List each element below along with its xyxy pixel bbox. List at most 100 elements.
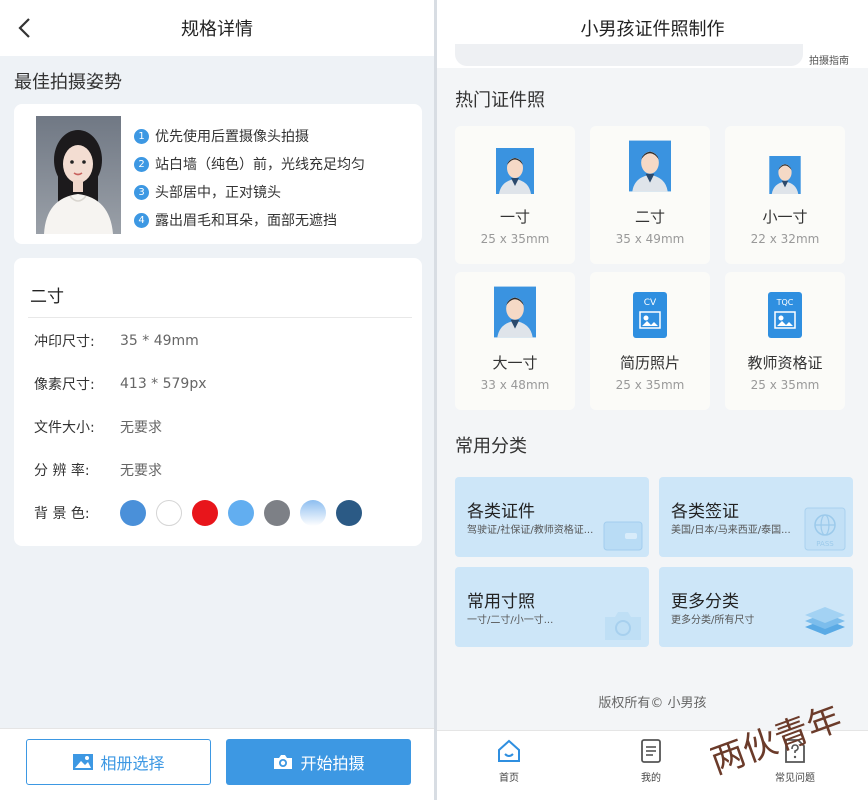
image-icon <box>73 754 94 770</box>
shooting-guide-link[interactable]: 拍摄指南 <box>809 52 849 67</box>
category-title: 各类证件 <box>467 502 535 522</box>
back-arrow-icon[interactable] <box>14 16 38 40</box>
photo-card-resume[interactable]: CV 简历照片 25 x 35mm <box>590 272 710 410</box>
pixel-size-row: 像素尺寸: 413 * 579px <box>34 374 207 394</box>
background-color-swatch[interactable] <box>120 500 146 526</box>
photo-name: 大一寸 <box>492 354 538 372</box>
id-card-icon <box>603 521 643 551</box>
app-title: 小男孩证件照制作 <box>580 19 725 40</box>
sample-portrait <box>36 116 121 234</box>
start-shoot-label: 开始拍摄 <box>300 754 365 773</box>
tip-number-badge: 3 <box>134 184 149 200</box>
divider <box>28 317 412 318</box>
photo-name: 教师资格证 <box>747 354 823 372</box>
background-color-swatch[interactable] <box>192 500 218 526</box>
pose-tip: 4 露出眉毛和耳朵，面部无遮挡 <box>134 206 365 234</box>
background-color-row: 背 景 色: <box>34 500 372 526</box>
resolution-value: 无要求 <box>120 463 162 479</box>
home-icon <box>498 739 520 762</box>
album-select-button[interactable]: 相册选择 <box>26 739 211 785</box>
background-color-swatch[interactable] <box>300 500 326 526</box>
camera-icon <box>274 755 293 769</box>
tip-text: 优先使用后置摄像头拍摄 <box>155 129 309 145</box>
tab-home[interactable]: 首页 <box>469 739 549 784</box>
certificate-doc-icon: TQC <box>768 292 802 338</box>
photo-name: 简历照片 <box>619 354 680 372</box>
page-title: 规格详情 <box>181 19 253 40</box>
resolution-row: 分 辨 率: 无要求 <box>34 460 162 480</box>
spec-name: 二寸 <box>30 287 64 307</box>
pose-tip: 3 头部居中，正对镜头 <box>134 178 365 206</box>
photo-size: 25 x 35mm <box>750 378 820 392</box>
background-color-swatch[interactable] <box>156 500 182 526</box>
photo-size: 33 x 48mm <box>480 378 550 392</box>
tip-number-badge: 1 <box>134 128 149 144</box>
file-size-value: 无要求 <box>120 420 162 436</box>
passport-globe-icon: PASS <box>804 507 846 551</box>
file-size-label: 文件大小: <box>34 420 95 436</box>
category-subtitle: 更多分类/所有尺寸 <box>671 615 755 626</box>
category-subtitle: 驾驶证/社保证/教师资格证... <box>467 525 594 536</box>
tip-text: 头部居中，正对镜头 <box>155 185 281 201</box>
document-icon <box>641 739 661 763</box>
pixel-size-value: 413 * 579px <box>120 376 207 392</box>
layers-icon <box>805 607 845 635</box>
print-size-value: 35 * 49mm <box>120 333 199 349</box>
home-screen: 小男孩证件照制作 拍摄指南 热门证件照 一寸 25 x 35mm 二寸 35 x… <box>437 0 868 800</box>
pose-tips-list: 1 优先使用后置摄像头拍摄 2 站白墙（纯色）前，光线充足均匀 3 头部居中，正对镜头… <box>134 122 365 234</box>
tab-label: 首页 <box>499 773 519 784</box>
album-select-label: 相册选择 <box>100 754 165 773</box>
background-color-swatch[interactable] <box>264 500 290 526</box>
resolution-label: 分 辨 率: <box>34 463 90 479</box>
tip-number-badge: 4 <box>134 212 149 228</box>
section-title-common: 常用分类 <box>455 436 527 457</box>
tip-text: 露出眉毛和耳朵，面部无遮挡 <box>155 213 337 229</box>
photo-name: 二寸 <box>634 208 665 226</box>
tip-number-badge: 2 <box>134 156 149 172</box>
photo-card-large-one-inch[interactable]: 大一寸 33 x 48mm <box>455 272 575 410</box>
background-color-swatch[interactable] <box>336 500 362 526</box>
tab-label: 我的 <box>641 773 661 784</box>
search-input[interactable] <box>455 44 803 66</box>
category-subtitle: 一寸/二寸/小一寸... <box>467 615 554 626</box>
print-size-row: 冲印尺寸: 35 * 49mm <box>34 331 199 351</box>
tqc-badge-text: TQC <box>776 298 794 307</box>
background-color-swatches <box>120 500 372 526</box>
background-color-label: 背 景 色: <box>34 506 90 522</box>
spec-detail-screen: 规格详情 最佳拍摄姿势 1 优先使用后置摄像头拍摄 2 站白墙（纯色）前，光线充足均… <box>0 0 434 800</box>
avatar-photo-icon <box>494 286 536 338</box>
photo-size: 35 x 49mm <box>615 232 685 246</box>
category-card-more[interactable]: 更多分类 更多分类/所有尺寸 <box>659 567 853 647</box>
tab-mine[interactable]: 我的 <box>611 739 691 784</box>
pose-tip: 1 优先使用后置摄像头拍摄 <box>134 122 365 150</box>
print-size-label: 冲印尺寸: <box>34 334 95 350</box>
section-title-pose: 最佳拍摄姿势 <box>14 72 122 93</box>
pass-text: PASS <box>816 540 834 548</box>
section-title-hot: 热门证件照 <box>455 90 545 111</box>
pose-tip: 2 站白墙（纯色）前，光线充足均匀 <box>134 150 365 178</box>
photo-size: 25 x 35mm <box>615 378 685 392</box>
category-title: 常用寸照 <box>467 592 535 612</box>
search-strip: 拍摄指南 <box>437 44 868 68</box>
avatar-photo-icon <box>629 140 671 192</box>
start-shoot-button[interactable]: 开始拍摄 <box>226 739 411 785</box>
photo-name: 一寸 <box>499 208 530 226</box>
category-card-ids[interactable]: 各类证件 驾驶证/社保证/教师资格证... <box>455 477 649 557</box>
photo-card-teacher-cert[interactable]: TQC 教师资格证 25 x 35mm <box>725 272 845 410</box>
photo-card-two-inch[interactable]: 二寸 35 x 49mm <box>590 126 710 264</box>
watermark: 两伙青年 <box>710 698 847 782</box>
category-card-common-sizes[interactable]: 常用寸照 一寸/二寸/小一寸... <box>455 567 649 647</box>
category-title: 更多分类 <box>671 592 739 612</box>
tip-text: 站白墙（纯色）前，光线充足均匀 <box>155 157 365 173</box>
category-card-visa[interactable]: 各类签证 美国/日本/马来西亚/泰国... PASS <box>659 477 853 557</box>
background-color-swatch[interactable] <box>228 500 254 526</box>
photo-card-one-inch[interactable]: 一寸 25 x 35mm <box>455 126 575 264</box>
pixel-size-label: 像素尺寸: <box>34 377 95 393</box>
avatar-photo-icon <box>496 148 534 194</box>
camera-icon <box>605 612 641 640</box>
file-size-row: 文件大小: 无要求 <box>34 417 162 437</box>
pose-card: 1 优先使用后置摄像头拍摄 2 站白墙（纯色）前，光线充足均匀 3 头部居中，正对镜头… <box>14 104 422 244</box>
category-title: 各类签证 <box>671 502 739 522</box>
photo-card-small-one-inch[interactable]: 小一寸 22 x 32mm <box>725 126 845 264</box>
category-subtitle: 美国/日本/马来西亚/泰国... <box>671 525 791 536</box>
